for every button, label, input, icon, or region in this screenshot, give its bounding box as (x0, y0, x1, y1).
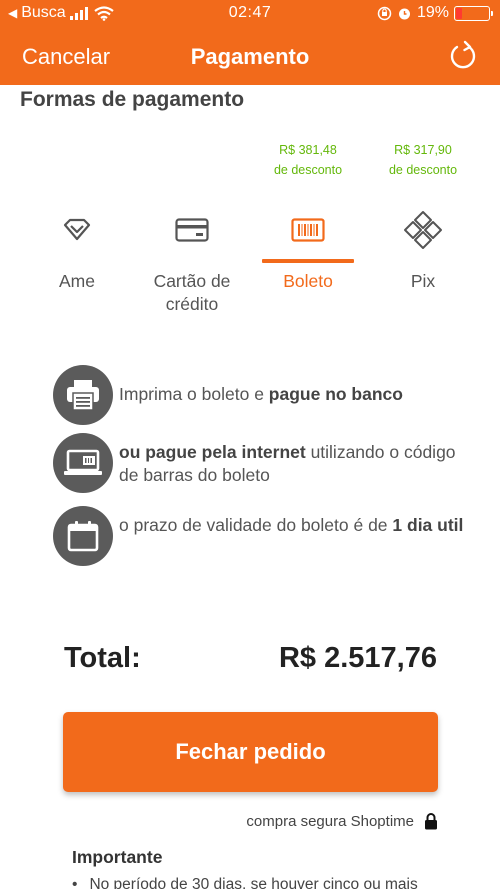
tab-label: Cartão de crédito (142, 270, 242, 316)
tab-credit-card[interactable]: Cartão de crédito (142, 200, 242, 316)
info-text: ou pague pela internet utilizando o códi… (119, 441, 473, 487)
info-text: Imprima o boleto e pague no banco (119, 383, 403, 406)
info-text-regular: o prazo de validade do boleto é de (119, 515, 393, 535)
discount-label: de desconto (273, 163, 343, 177)
info-internet: ou pague pela internet utilizando o códi… (53, 433, 473, 493)
pix-icon (404, 211, 442, 249)
printer-icon (67, 380, 99, 411)
secure-purchase: compra segura Shoptime (246, 812, 438, 830)
discount-pix: R$ 317,90 de desconto (373, 140, 473, 180)
calendar-icon (67, 521, 99, 552)
secure-text: compra segura Shoptime (246, 812, 414, 830)
tab-label: Pix (410, 271, 436, 291)
nav-bar: Cancelar Pagamento (0, 28, 500, 85)
important-bullet: No período de 30 dias, se houver cinco o… (72, 876, 417, 889)
discount-amount: R$ 381,48 (279, 143, 337, 157)
tab-label-line2: crédito (165, 294, 219, 314)
total-value: R$ 2.517,76 (278, 642, 437, 674)
tab-label: Ame (59, 271, 95, 291)
section-title: Formas de pagamento (20, 88, 245, 111)
tab-label: Boleto (283, 271, 333, 291)
info-print: Imprima o boleto e pague no banco (53, 365, 473, 425)
important-title: Importante (72, 847, 163, 867)
total-label: Total: (64, 642, 141, 674)
battery-icon (454, 5, 493, 21)
info-icon-circle (53, 433, 113, 493)
info-validity: o prazo de validade do boleto é de 1 dia… (53, 506, 473, 566)
close-order-button[interactable]: Fechar pedido (63, 712, 438, 792)
discount-amount: R$ 317,90 (394, 143, 452, 157)
refresh-icon (450, 40, 476, 69)
tab-boleto[interactable]: Boleto (258, 200, 358, 293)
barcode-icon (291, 218, 325, 242)
lock-icon (425, 813, 437, 830)
alarm-icon (398, 8, 410, 19)
info-text-regular: Imprima o boleto e (119, 384, 269, 404)
active-tab-indicator (262, 259, 354, 263)
info-text: o prazo de validade do boleto é de 1 dia… (119, 514, 463, 537)
info-icon-circle (53, 365, 113, 425)
cancel-button[interactable]: Cancelar (22, 44, 110, 70)
info-text-bold: 1 dia util (392, 515, 464, 535)
orientation-lock-icon (377, 6, 392, 20)
discount-boleto: R$ 381,48 de desconto (258, 140, 358, 180)
status-right: 19% (377, 4, 493, 22)
info-text-bold: pague no banco (268, 384, 403, 404)
refresh-button[interactable] (448, 39, 478, 76)
status-bar: ◀ Busca 02:47 19% (0, 0, 500, 28)
laptop-barcode-icon (64, 449, 102, 475)
battery-percent: 19% (416, 4, 449, 21)
tab-ame[interactable]: Ame (27, 200, 127, 293)
credit-card-icon (175, 218, 209, 242)
tab-label-line1: Cartão de (153, 271, 231, 291)
tab-pix[interactable]: Pix (373, 200, 473, 293)
info-text-bold: ou pague pela internet (119, 442, 306, 462)
diamond-icon (63, 218, 91, 241)
discount-label: de desconto (388, 163, 458, 177)
info-icon-circle (53, 506, 113, 566)
